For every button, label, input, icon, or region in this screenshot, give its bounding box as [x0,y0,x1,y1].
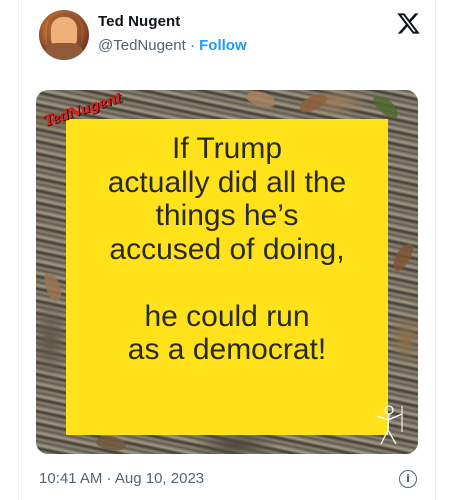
quote-line: If Trump [171,132,283,165]
x-logo-icon[interactable] [396,11,421,36]
quote-line: things he’s [155,199,299,232]
tweet-timestamp[interactable]: 10:41 AM · Aug 10, 2023 [39,470,204,487]
author-handle[interactable]: @TedNugent [98,37,186,54]
leaf-decoration [41,270,65,304]
author-name[interactable]: Ted Nugent [98,13,180,30]
quote-line: actually did all the [107,165,347,199]
follow-link[interactable]: Follow [199,37,247,54]
handle-row: @TedNugent · Follow [98,37,247,54]
quote-line: as a democrat! [127,333,327,366]
avatar[interactable] [39,10,89,60]
tweet-image[interactable]: TedNugent If Trump actually did all the … [36,90,418,454]
quote-gap [66,266,388,300]
leaf-decoration [389,240,417,274]
stick-figure-sketch [376,405,403,445]
quote-line: accused of doing, [109,232,345,266]
leaf-decoration [296,90,330,116]
info-icon[interactable]: i [399,470,417,488]
quote-text: If Trump actually did all the things he’… [66,132,388,367]
quote-line: he could run [144,299,310,333]
tweet-card: Ted Nugent @TedNugent · Follow TedNugent… [18,0,436,500]
leaf-decoration [244,90,278,110]
leaf-decoration [370,91,402,123]
leaf-decoration [95,433,127,453]
separator-dot: · [185,37,200,54]
